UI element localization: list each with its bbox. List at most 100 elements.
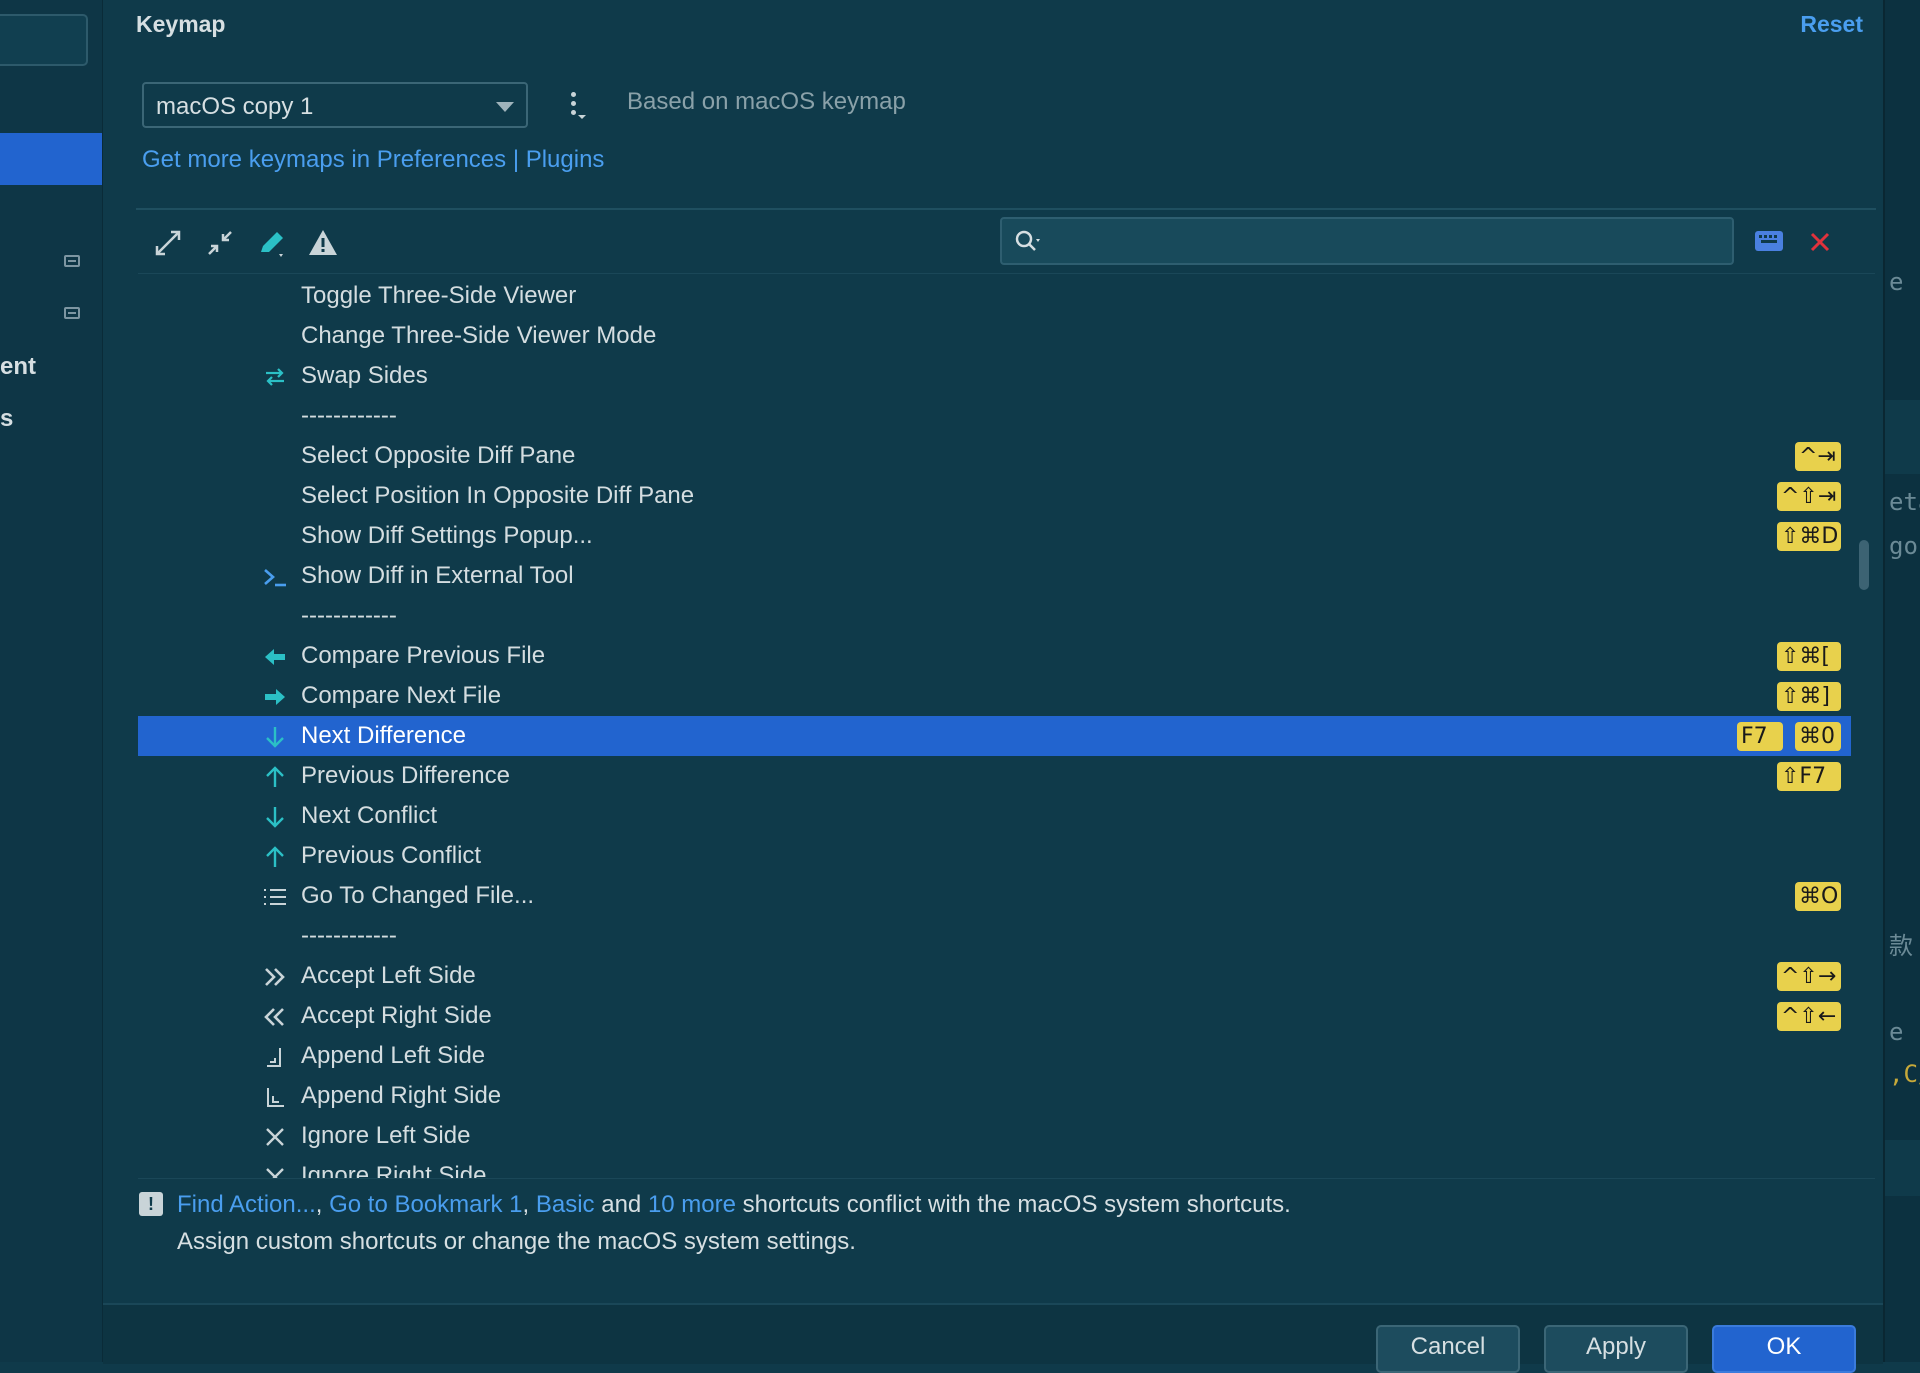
action-label: Ignore Left Side <box>301 1122 471 1149</box>
find-action-link[interactable]: Find Action... <box>177 1191 316 1218</box>
shortcut-badge: ^⇧← <box>1777 1002 1841 1031</box>
scrollbar-thumb[interactable] <box>1859 540 1869 590</box>
action-row[interactable]: Ignore Right Side <box>138 1156 1851 1179</box>
action-label: Compare Previous File <box>301 642 546 669</box>
action-row[interactable]: Go To Changed File... ⌘O <box>138 876 1851 916</box>
search-input[interactable] <box>1052 225 1726 259</box>
double-chevron-left-icon <box>262 1004 288 1030</box>
note-text: , <box>522 1191 536 1218</box>
close-icon[interactable] <box>1806 228 1834 256</box>
arrow-left-icon <box>262 644 288 670</box>
exclamation-icon: ! <box>139 1192 163 1216</box>
arrow-right-icon <box>262 684 288 710</box>
go-to-bookmark-link[interactable]: Go to Bookmark 1 <box>329 1191 522 1218</box>
action-label: Next Conflict <box>301 802 438 829</box>
settings-search-field[interactable] <box>0 14 88 66</box>
project-settings-icon <box>64 307 80 319</box>
action-label: Ignore Right Side <box>301 1162 487 1179</box>
get-more-keymaps-link[interactable]: Get more keymaps in Preferences | Plugin… <box>142 146 604 174</box>
shortcut-badge: ^⇥ <box>1795 442 1841 471</box>
arrow-down-icon <box>262 724 288 750</box>
editor-text-fragment: gor <box>1889 532 1920 560</box>
action-label: Previous Difference <box>301 762 510 789</box>
collapse-all-icon[interactable] <box>203 226 237 260</box>
based-on-label: Based on macOS keymap <box>627 88 906 115</box>
arrow-up-icon <box>262 844 288 870</box>
sidebar-item-label[interactable]: s <box>0 405 13 433</box>
warning-icon[interactable] <box>306 226 340 260</box>
action-label: Previous Conflict <box>301 842 482 869</box>
action-label: Toggle Three-Side Viewer <box>301 282 577 309</box>
page-title: Keymap <box>136 11 226 37</box>
keymap-select[interactable]: macOS copy 1 <box>142 82 528 128</box>
action-search-field[interactable] <box>1000 217 1734 265</box>
shortcut-badge: ⇧⌘D <box>1777 522 1841 551</box>
action-label: Go To Changed File... <box>301 882 535 909</box>
more-options-button[interactable] <box>563 92 591 124</box>
action-row[interactable]: Append Left Side <box>138 1036 1851 1076</box>
more-conflicts-link[interactable]: 10 more <box>648 1191 736 1218</box>
action-label: Accept Right Side <box>301 1002 492 1029</box>
action-label: Append Right Side <box>301 1082 502 1109</box>
swap-icon <box>262 364 288 390</box>
arrow-up-icon <box>262 764 288 790</box>
editor-text-fragment: 款 <box>1889 932 1913 960</box>
editor-text-fragment: eta <box>1889 488 1920 516</box>
action-row[interactable]: Accept Left Side ^⇧→ <box>138 956 1851 996</box>
action-row[interactable]: Swap Sides <box>138 356 1851 396</box>
action-label: Select Opposite Diff Pane <box>301 442 576 469</box>
basic-link[interactable]: Basic <box>536 1191 595 1218</box>
ok-button[interactable]: OK <box>1712 1325 1856 1373</box>
separator-row: ------------ <box>138 396 1851 436</box>
sidebar-item-keymap-selected[interactable] <box>0 133 102 185</box>
action-row[interactable]: Previous Conflict <box>138 836 1851 876</box>
action-row[interactable]: Show Diff Settings Popup... ⇧⌘D <box>138 516 1851 556</box>
editor-text-fragment: e <box>1889 268 1904 296</box>
shortcut-badge: ⇧⌘[ <box>1777 642 1841 671</box>
action-row[interactable]: Next Difference ⌘0 F7 <box>138 716 1851 756</box>
shortcut-badge: ^⇧→ <box>1777 962 1841 991</box>
action-label: Show Diff Settings Popup... <box>301 522 593 549</box>
search-icon <box>1015 230 1040 251</box>
keyboard-icon[interactable] <box>1754 230 1784 252</box>
list-icon <box>262 884 288 910</box>
action-row[interactable]: Compare Next File ⇧⌘] <box>138 676 1851 716</box>
cancel-button[interactable]: Cancel <box>1376 1325 1520 1373</box>
action-row[interactable]: Ignore Left Side <box>138 1116 1851 1156</box>
edit-pencil-icon[interactable] <box>255 226 289 260</box>
apply-button[interactable]: Apply <box>1544 1325 1688 1373</box>
action-row[interactable]: Append Right Side <box>138 1076 1851 1116</box>
shortcut-badge: ⌘0 <box>1795 722 1841 751</box>
action-label: ------------ <box>301 922 397 949</box>
action-row[interactable]: Show Diff in External Tool <box>138 556 1851 596</box>
action-label: Show Diff in External Tool <box>301 562 574 589</box>
shortcut-badge: ⌘O <box>1795 882 1841 911</box>
conflict-note-hint: Assign custom shortcuts or change the ma… <box>177 1228 856 1255</box>
action-row[interactable]: Select Opposite Diff Pane ^⇥ <box>138 436 1851 476</box>
action-row[interactable]: Select Position In Opposite Diff Pane ^⇧⇥ <box>138 476 1851 516</box>
action-label: ------------ <box>301 402 397 429</box>
keymap-select-value: macOS copy 1 <box>156 93 314 120</box>
action-row[interactable]: Accept Right Side ^⇧← <box>138 996 1851 1036</box>
action-row[interactable]: Next Conflict <box>138 796 1851 836</box>
project-settings-icon <box>64 255 80 267</box>
action-row[interactable]: Previous Difference ⇧F7 <box>138 756 1851 796</box>
action-label: Append Left Side <box>301 1042 486 1069</box>
sidebar-item-label[interactable]: ent <box>0 353 36 381</box>
action-label: Change Three-Side Viewer Mode <box>301 322 657 349</box>
keymap-action-tree[interactable]: Toggle Three-Side Viewer Change Three-Sid… <box>138 273 1875 1179</box>
conflict-note: Find Action..., Go to Bookmark 1, Basic … <box>177 1191 1291 1219</box>
x-icon <box>262 1164 288 1178</box>
action-row[interactable]: Compare Previous File ⇧⌘[ <box>138 636 1851 676</box>
action-label: Next Difference <box>301 722 466 749</box>
x-icon <box>262 1124 288 1150</box>
action-row[interactable]: Change Three-Side Viewer Mode <box>138 316 1851 356</box>
reset-link[interactable]: Reset <box>1800 11 1863 38</box>
separator-row: ------------ <box>138 596 1851 636</box>
divider <box>136 208 1876 210</box>
expand-all-icon[interactable] <box>151 226 185 260</box>
shortcut-badge: ^⇧⇥ <box>1777 482 1841 511</box>
shortcut-badge: F7 <box>1737 722 1783 751</box>
separator-row: ------------ <box>138 916 1851 956</box>
action-row[interactable]: Toggle Three-Side Viewer <box>138 276 1851 316</box>
